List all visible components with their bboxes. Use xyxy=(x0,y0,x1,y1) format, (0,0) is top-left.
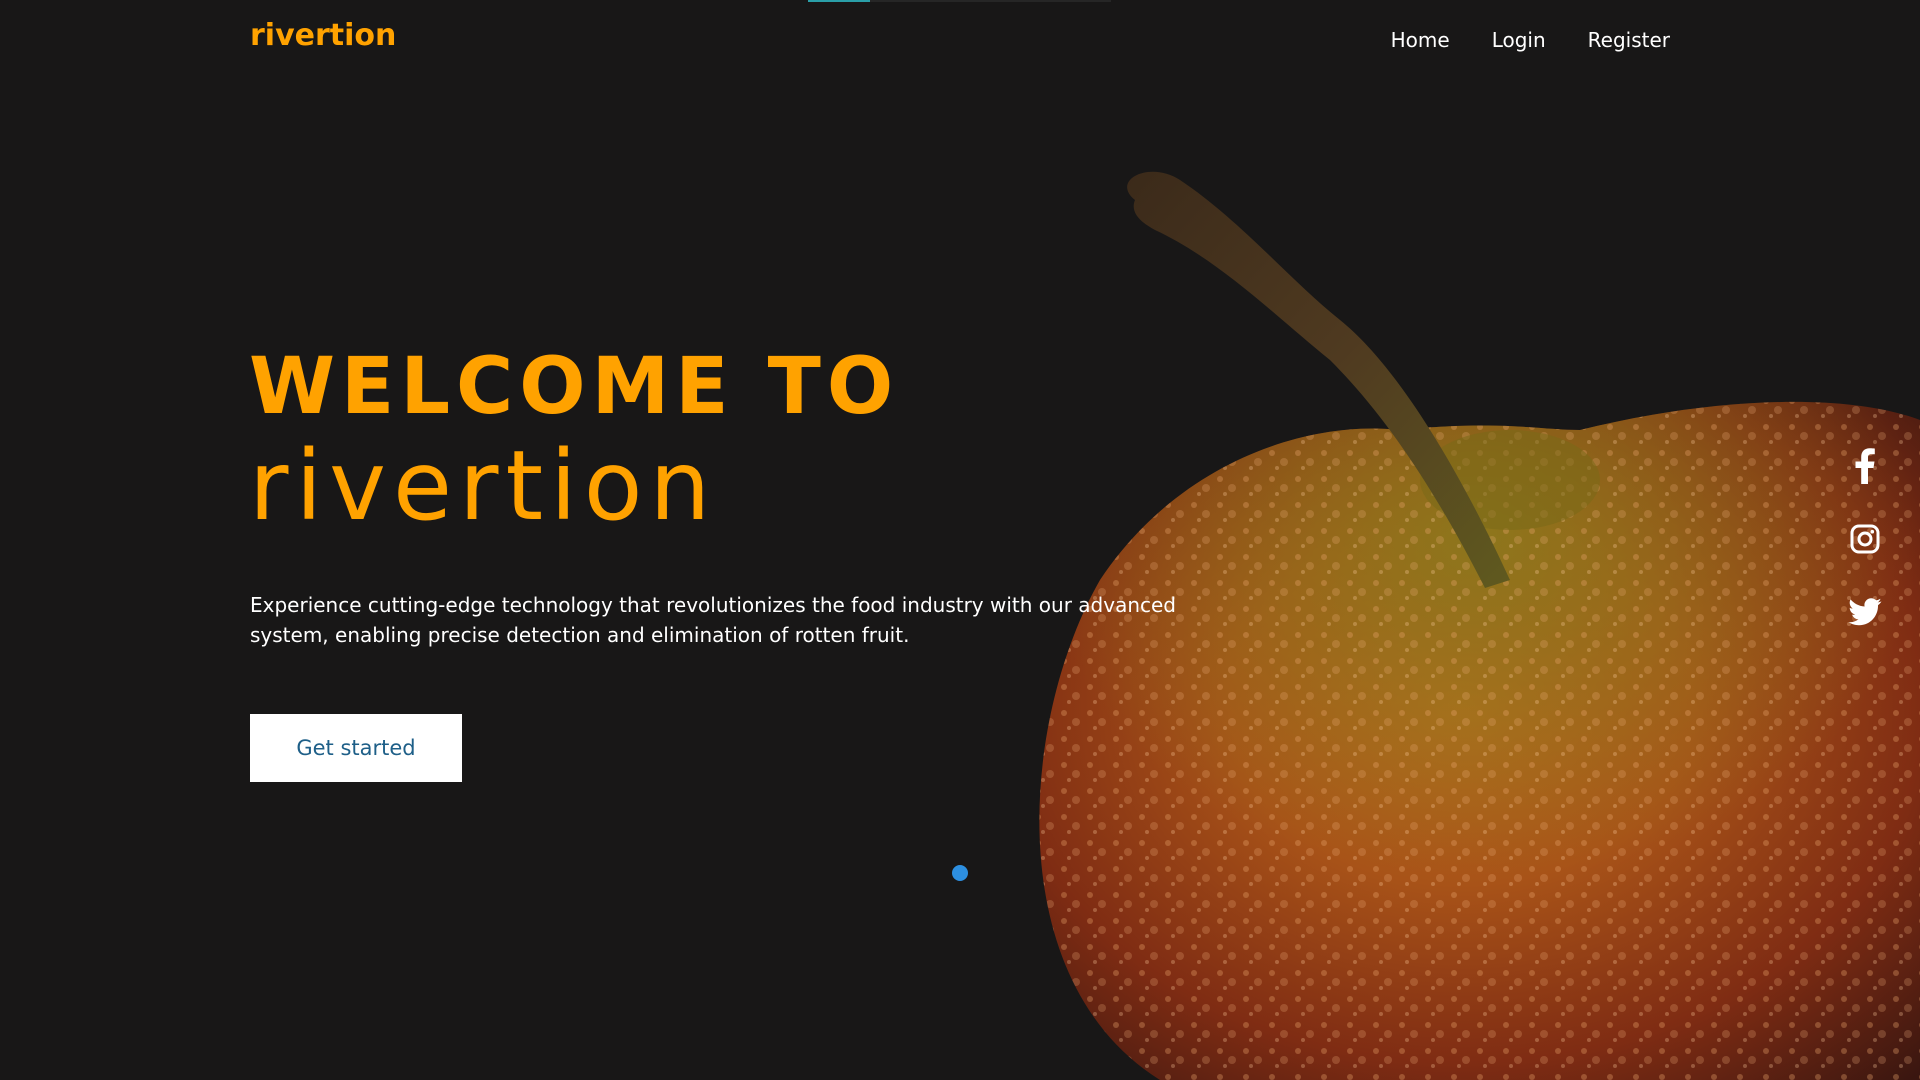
get-started-button[interactable]: Get started xyxy=(250,714,462,782)
facebook-icon[interactable] xyxy=(1845,446,1885,486)
nav-register-link[interactable]: Register xyxy=(1588,28,1670,52)
main-nav: Home Login Register xyxy=(1391,28,1670,52)
loading-bar xyxy=(808,0,870,2)
hero-description: Experience cutting-edge technology that … xyxy=(250,593,1176,647)
twitter-icon[interactable] xyxy=(1845,592,1885,632)
hero-brand-heading: rivertion xyxy=(249,430,718,542)
nav-login-link[interactable]: Login xyxy=(1492,28,1546,52)
scroll-indicator-dot xyxy=(952,865,968,881)
landing-page: rivertion Home Login Register WELCOME TO… xyxy=(0,0,1920,1080)
hero-welcome-heading: WELCOME TO xyxy=(249,342,900,432)
instagram-icon[interactable] xyxy=(1845,519,1885,559)
nav-home-link[interactable]: Home xyxy=(1391,28,1450,52)
brand-logo[interactable]: rivertion xyxy=(250,18,396,53)
